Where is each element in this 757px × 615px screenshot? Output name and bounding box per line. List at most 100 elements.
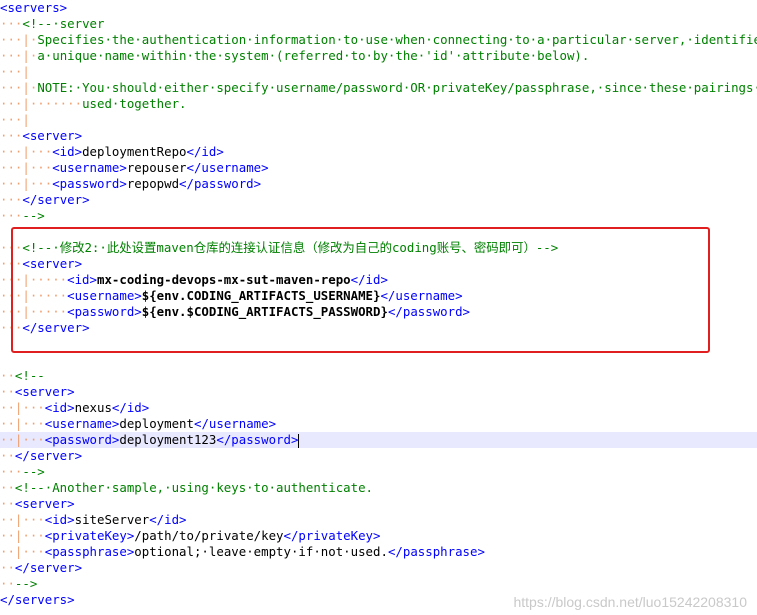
indent-guide: ···| xyxy=(0,64,30,79)
xml-comment: <!--·server xyxy=(22,16,105,31)
xml-text: siteServer xyxy=(74,512,150,527)
red-highlight-box xyxy=(11,227,710,353)
xml-text: /path/to/private/key xyxy=(134,528,284,543)
indent-guide: ···|· xyxy=(0,80,38,95)
xml-tag: <servers> xyxy=(0,0,68,15)
xml-text: repouser xyxy=(126,160,187,175)
code-line[interactable]: ··|···<password>deployment123</password> xyxy=(0,432,757,448)
xml-comment: --> xyxy=(22,464,45,479)
xml-text: deployment xyxy=(119,416,194,431)
xml-tag: </servers> xyxy=(0,592,75,607)
indent-guide: ···|· xyxy=(0,32,38,47)
indent-guide: ···|··· xyxy=(0,176,53,191)
indent-guide: ··|··· xyxy=(0,544,45,559)
xml-tag: </id> xyxy=(186,144,224,159)
xml-tag: </id> xyxy=(149,512,187,527)
xml-text: repopwd xyxy=(126,176,180,191)
code-line[interactable]: ···--> xyxy=(0,208,757,224)
indent-guide: ···|··· xyxy=(0,144,53,159)
indent-guide: ·· xyxy=(0,368,15,383)
xml-text: nexus xyxy=(74,400,112,415)
xml-tag: </username> xyxy=(186,160,269,175)
indent-guide: ··· xyxy=(0,208,23,223)
xml-tag: <server> xyxy=(14,384,75,399)
indent-guide: ·· xyxy=(0,448,15,463)
code-line[interactable]: ···|·NOTE:·You·should·either·specify·use… xyxy=(0,80,757,96)
code-line[interactable]: ··|···<privateKey>/path/to/private/key</… xyxy=(0,528,757,544)
code-line[interactable]: ···| xyxy=(0,112,757,128)
watermark: https://blog.csdn.net/luo15242208310 xyxy=(513,594,747,610)
code-line[interactable]: ···|···<username>repouser</username> xyxy=(0,160,757,176)
code-line[interactable] xyxy=(0,352,757,368)
xml-tag: </password> xyxy=(216,432,299,447)
code-line[interactable]: ··|···<passphrase>optional;·leave·empty·… xyxy=(0,544,757,560)
indent-guide: ··|··· xyxy=(0,432,45,447)
xml-tag: </id> xyxy=(111,400,150,415)
indent-guide: ·· xyxy=(0,560,15,575)
indent-guide: ··· xyxy=(0,192,23,207)
xml-tag: <id> xyxy=(44,512,75,527)
code-line[interactable]: ···| xyxy=(0,64,757,80)
code-line[interactable]: ···|···<id>deploymentRepo</id> xyxy=(0,144,757,160)
code-line[interactable]: ··|···<username>deployment</username> xyxy=(0,416,757,432)
xml-tag: <password> xyxy=(52,176,127,191)
xml-comment: --> xyxy=(22,208,45,223)
xml-comment: used·together. xyxy=(82,96,187,111)
code-line[interactable]: ···<!--·server xyxy=(0,16,757,32)
xml-tag: </password> xyxy=(179,176,262,191)
xml-tag: <server> xyxy=(22,128,83,143)
indent-guide: ··|··· xyxy=(0,416,45,431)
xml-text: deploymentRepo xyxy=(82,144,187,159)
indent-guide: ·· xyxy=(0,384,15,399)
xml-tag: <passphrase> xyxy=(44,544,135,559)
indent-guide: ··· xyxy=(0,464,23,479)
indent-guide: ·· xyxy=(0,480,15,495)
xml-tag: </server> xyxy=(14,448,83,463)
xml-comment: NOTE:·You·should·either·specify·username… xyxy=(37,80,757,95)
code-line[interactable]: <servers> xyxy=(0,0,757,16)
xml-comment: <!-- xyxy=(14,368,45,383)
xml-tag: <id> xyxy=(44,400,75,415)
code-line[interactable]: ··<server> xyxy=(0,496,757,512)
code-line[interactable]: ··</server> xyxy=(0,448,757,464)
indent-guide: ··|··· xyxy=(0,512,45,527)
indent-guide: ···| xyxy=(0,112,30,127)
code-line[interactable]: ··<server> xyxy=(0,384,757,400)
indent-guide: ·· xyxy=(0,496,15,511)
xml-tag: <username> xyxy=(44,416,120,431)
code-line[interactable]: ··--> xyxy=(0,576,757,592)
xml-tag: <privateKey> xyxy=(44,528,135,543)
code-line[interactable]: ··</server> xyxy=(0,560,757,576)
xml-tag: <server> xyxy=(14,496,75,511)
code-line[interactable]: ··<!--·Another·sample,·using·keys·to·aut… xyxy=(0,480,757,496)
code-line[interactable]: ···--> xyxy=(0,464,757,480)
xml-text: deployment123 xyxy=(119,432,217,447)
code-line[interactable]: ··|···<id>nexus</id> xyxy=(0,400,757,416)
code-line[interactable]: ···|·······used·together. xyxy=(0,96,757,112)
xml-text: optional;·leave·empty·if·not·used. xyxy=(134,544,388,559)
indent-guide: ·· xyxy=(0,576,15,591)
code-line[interactable]: ···|···<password>repopwd</password> xyxy=(0,176,757,192)
xml-comment: <!--·Another·sample,·using·keys·to·authe… xyxy=(14,480,373,495)
xml-tag: <id> xyxy=(52,144,83,159)
code-line[interactable]: ···|·Specifies·the·authentication·inform… xyxy=(0,32,757,48)
indent-guide: ··|··· xyxy=(0,528,45,543)
xml-comment: Specifies·the·authentication·information… xyxy=(37,32,757,47)
indent-guide: ··· xyxy=(0,128,23,143)
indent-guide: ··|··· xyxy=(0,400,45,415)
xml-tag: </server> xyxy=(14,560,83,575)
xml-tag: <username> xyxy=(52,160,127,175)
text-cursor xyxy=(298,433,300,448)
code-line[interactable]: ···|·a·unique·name·within·the·system·(re… xyxy=(0,48,757,64)
code-line[interactable]: ···</server> xyxy=(0,192,757,208)
indent-guide: ···|··· xyxy=(0,160,53,175)
code-line[interactable]: ··|···<id>siteServer</id> xyxy=(0,512,757,528)
code-line[interactable]: ···<server> xyxy=(0,128,757,144)
code-line[interactable]: ··<!-- xyxy=(0,368,757,384)
xml-tag: <password> xyxy=(44,432,120,447)
indent-guide: ···|· xyxy=(0,48,38,63)
xml-tag: </username> xyxy=(193,416,277,431)
xml-tag: </passphrase> xyxy=(387,544,485,559)
indent-guide: ···|······· xyxy=(0,96,83,111)
xml-tag: </privateKey> xyxy=(283,528,381,543)
